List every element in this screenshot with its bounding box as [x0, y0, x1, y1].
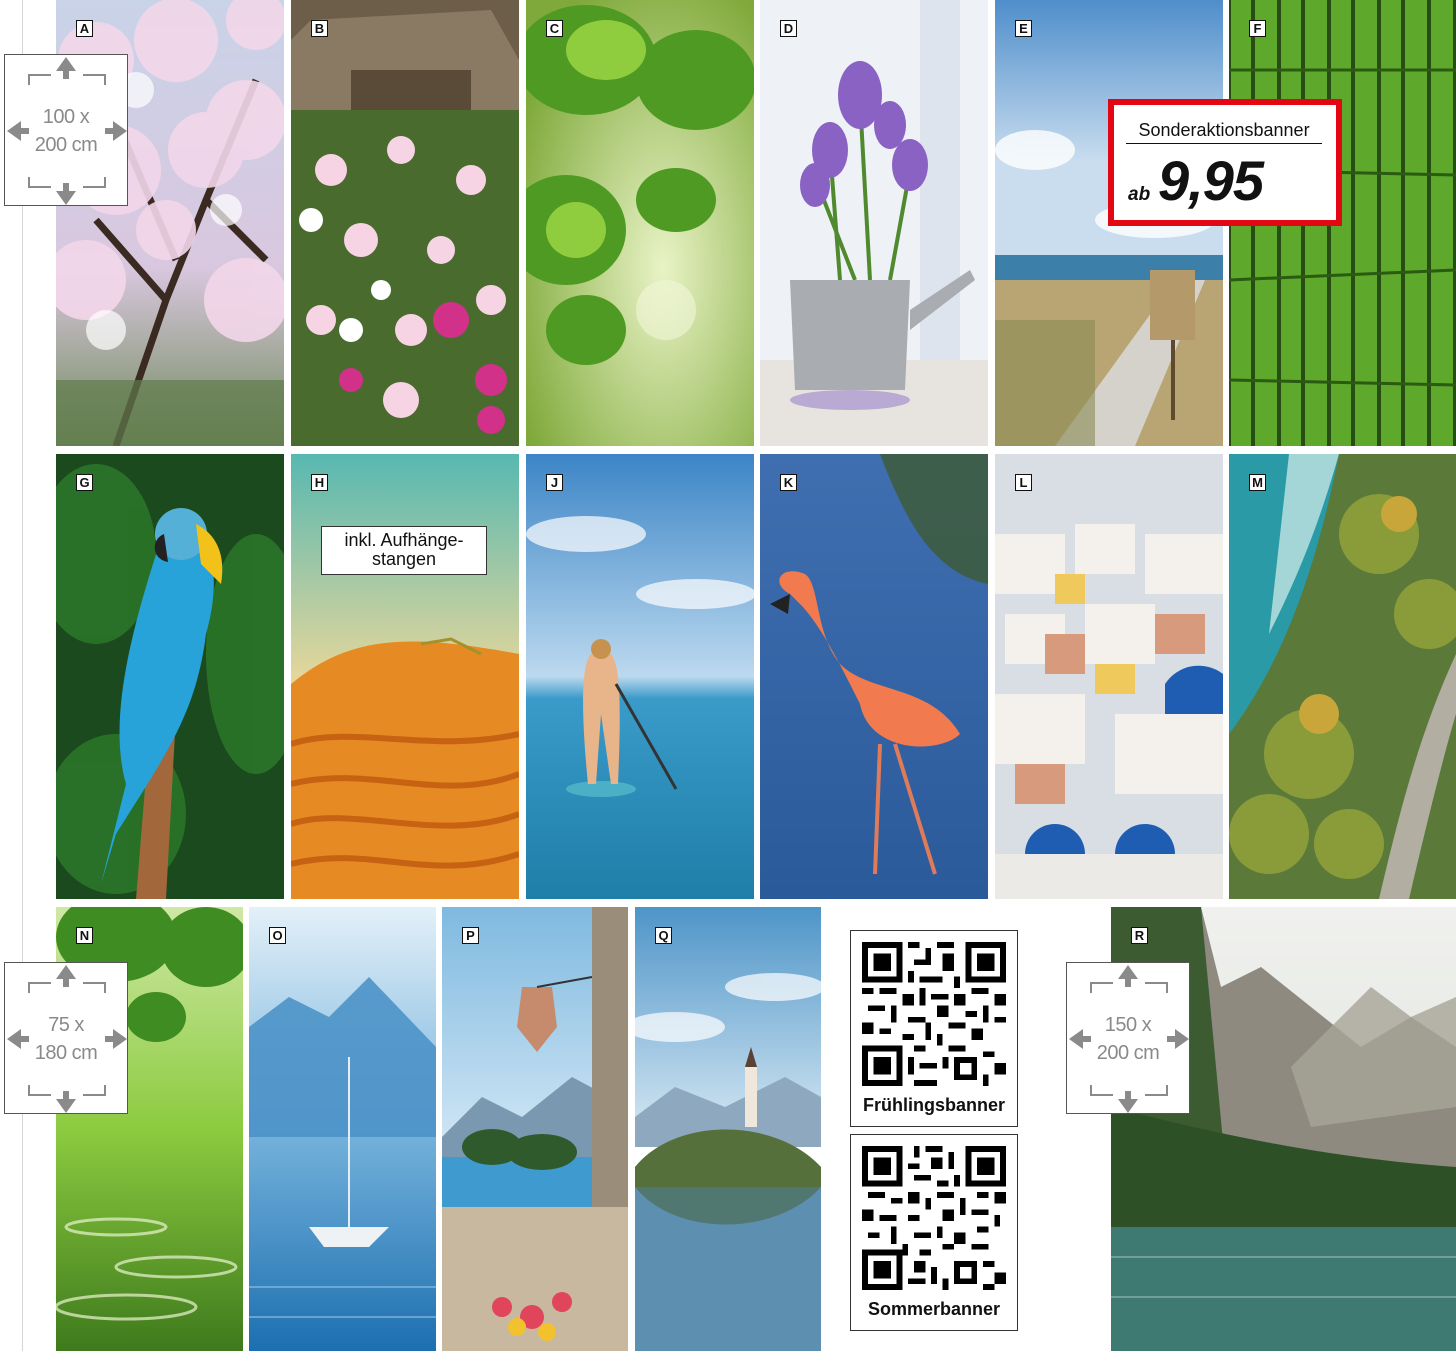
- banner-m-coast-aerial[interactable]: M: [1229, 454, 1456, 899]
- hanging-rods-note: inkl. Aufhänge- stangen: [321, 526, 487, 575]
- qr-spring-banner[interactable]: Frühlingsbanner: [850, 930, 1018, 1127]
- panel-letter: J: [546, 474, 563, 491]
- qr-code-icon: [862, 1146, 1006, 1290]
- size-badge-75x180: 75 x 180 cm: [4, 962, 128, 1114]
- panel-letter: M: [1249, 474, 1266, 491]
- coast-aerial-image: [1229, 454, 1456, 899]
- banner-j-paddleboard[interactable]: J: [526, 454, 754, 899]
- lake-island-church-image: [635, 907, 821, 1351]
- size-width: 100 x: [42, 106, 90, 128]
- panel-letter: R: [1131, 927, 1148, 944]
- banner-b-cosmos-flowers[interactable]: B: [291, 0, 519, 446]
- qr-label: Frühlingsbanner: [862, 1095, 1005, 1115]
- size-width: 150 x: [1104, 1014, 1152, 1036]
- banner-o-sailboat[interactable]: O: [249, 907, 436, 1351]
- banner-c-green-leaves[interactable]: C: [526, 0, 754, 446]
- panel-letter: D: [780, 20, 797, 37]
- desert-image: [291, 454, 519, 899]
- panel-letter: K: [780, 474, 797, 491]
- price-prefix: ab: [1128, 184, 1151, 205]
- panel-letter: N: [76, 927, 93, 944]
- panel-letter: Q: [655, 927, 672, 944]
- size-width: 75 x: [48, 1014, 84, 1036]
- size-height: 200 cm: [34, 134, 98, 156]
- panel-letter: A: [76, 20, 93, 37]
- banner-k-flamingo[interactable]: K: [760, 454, 988, 899]
- size-height: 200 cm: [1096, 1042, 1160, 1064]
- banner-q-lake-island-church[interactable]: Q: [635, 907, 821, 1351]
- banner-g-parrot[interactable]: G: [56, 454, 284, 899]
- paddleboard-image: [526, 454, 754, 899]
- promo-title: Sonderaktionsbanner: [1126, 119, 1322, 144]
- qr-label: Sommerbanner: [867, 1299, 1001, 1319]
- banner-p-lantern-island[interactable]: P: [442, 907, 628, 1351]
- promo-price-box: Sonderaktionsbanner ab 9,95: [1108, 99, 1342, 226]
- banner-d-crocus-watering-can[interactable]: D: [760, 0, 988, 446]
- promo-price: 9,95: [1158, 149, 1264, 212]
- panel-letter: E: [1015, 20, 1032, 37]
- panel-letter: C: [546, 20, 563, 37]
- size-badge-150x200: 150 x 200 cm: [1066, 962, 1190, 1114]
- qr-code-icon: [862, 942, 1006, 1086]
- panel-letter: G: [76, 474, 93, 491]
- panel-letter: L: [1015, 474, 1032, 491]
- panel-letter: F: [1249, 20, 1266, 37]
- panel-letter: O: [269, 927, 286, 944]
- lantern-island-image: [442, 907, 628, 1351]
- green-leaves-image: [526, 0, 754, 446]
- panel-letter: H: [311, 474, 328, 491]
- panel-letter: P: [462, 927, 479, 944]
- note-line-1: inkl. Aufhänge-: [344, 530, 464, 550]
- banner-l-santorini[interactable]: L: [995, 454, 1223, 899]
- size-badge-100x200: 100 x 200 cm: [4, 54, 128, 206]
- crocus-watering-can-image: [760, 0, 988, 446]
- santorini-image: [995, 454, 1223, 899]
- panel-letter: B: [311, 20, 328, 37]
- parrot-image: [56, 454, 284, 899]
- note-line-2: stangen: [371, 549, 437, 569]
- cosmos-flowers-image: [291, 0, 519, 446]
- qr-summer-banner[interactable]: Sommerbanner: [850, 1134, 1018, 1331]
- banner-h-desert[interactable]: H: [291, 454, 519, 899]
- flamingo-image: [760, 454, 988, 899]
- sailboat-image: [249, 907, 436, 1351]
- size-height: 180 cm: [34, 1042, 98, 1064]
